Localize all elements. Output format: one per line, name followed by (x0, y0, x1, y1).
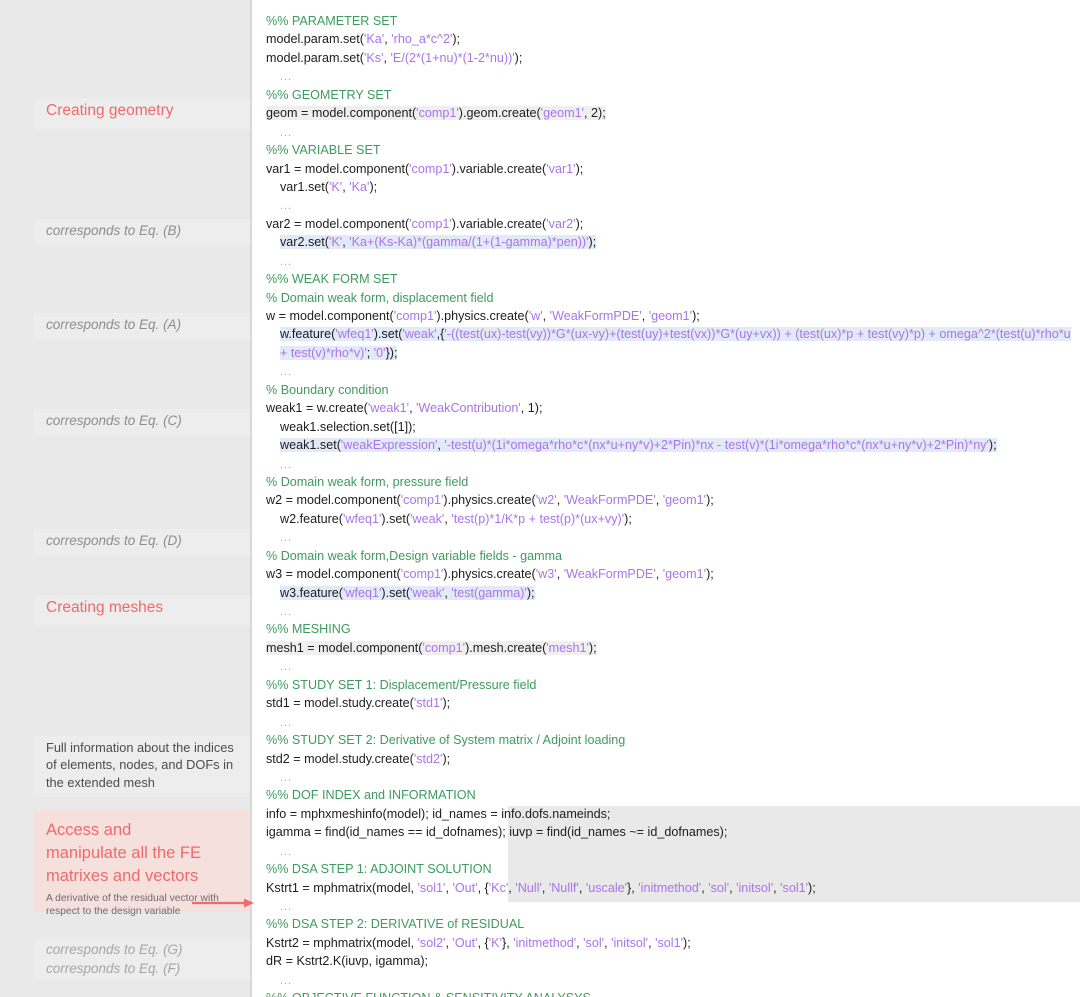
code-line: var2.set('K', 'Ka+(Ks-Ka)*(gamma/(1+(1-g… (280, 235, 597, 250)
annotation-eq-d: corresponds to Eq. (D) (34, 529, 252, 556)
code-line: ... (280, 771, 293, 784)
code-line: %% DSA STEP 2: DERIVATIVE of RESIDUAL (266, 917, 525, 932)
code-line: ... (280, 974, 293, 987)
code-line: %% WEAK FORM SET (266, 272, 398, 287)
annotation-creating-meshes: Creating meshes (34, 595, 252, 626)
annotation-text: corresponds to Eq. (G) corresponds to Eq… (46, 942, 183, 976)
code-line: %% GEOMETRY SET (266, 87, 392, 102)
code-line: weak1.selection.set([1]); (280, 419, 416, 434)
code-line: % Boundary condition (266, 382, 389, 397)
code-line: %% DOF INDEX and INFORMATION (266, 788, 476, 803)
code-line: ... (280, 255, 293, 268)
annotation-text: Access and manipulate all the FE matrixe… (46, 821, 202, 885)
code-line: %% STUDY SET 2: Derivative of System mat… (266, 733, 626, 748)
annotation-eq-c: corresponds to Eq. (C) (34, 409, 252, 436)
code-line: mesh1 = model.component('comp1').mesh.cr… (266, 640, 597, 655)
code-line: ... (280, 126, 293, 139)
code-listing: %% PARAMETER SET model.param.set('Ka', 'r… (254, 12, 1080, 997)
code-line: model.param.set('Ks', 'E/(2*(1+nu)*(1-2*… (266, 50, 523, 65)
code-line: % Domain weak form,Design variable field… (266, 548, 563, 563)
code-line: ... (280, 845, 293, 858)
annotation-text: Full information about the indices of el… (46, 740, 234, 790)
code-line: std2 = model.study.create('std2'); (266, 751, 451, 766)
code-line: w.feature('wfeq1').set('weak',{'-((test(… (280, 327, 1071, 360)
code-line: %% VARIABLE SET (266, 143, 381, 158)
code-line: var1.set('K', 'Ka'); (280, 179, 378, 194)
annotation-text: Creating meshes (46, 599, 164, 616)
annotation-panel: Creating geometry corresponds to Eq. (B)… (0, 0, 252, 997)
code-line: w3.feature('wfeq1').set('weak', 'test(ga… (280, 585, 535, 600)
annotation-text: Creating geometry (46, 102, 174, 119)
annotation-mesh-info: Full information about the indices of el… (34, 736, 252, 793)
code-line: ... (280, 366, 293, 379)
code-line: ... (280, 716, 293, 729)
annotation-fe-access: Access and manipulate all the FE matrixe… (34, 810, 252, 917)
annotation-eq-b: corresponds to Eq. (B) (34, 219, 252, 246)
code-line: dR = Kstrt2.K(iuvp, igamma); (266, 954, 429, 969)
code-line: ... (280, 458, 293, 471)
annotation-text: corresponds to Eq. (D) (46, 533, 182, 548)
code-line: %% OBJECTIVE FUNCTION & SENSITIVITY ANAL… (254, 989, 1080, 997)
code-line: model.param.set('Ka', 'rho_a*c^2'); (266, 32, 461, 47)
code-line: % Domain weak form, displacement field (266, 290, 494, 305)
code-line: ... (280, 661, 293, 674)
code-line: %% STUDY SET 1: Displacement/Pressure fi… (266, 677, 537, 692)
code-line: %% MESHING (266, 622, 351, 637)
annotation-creating-geometry: Creating geometry (34, 98, 252, 130)
code-line: weak1.set('weakExpression', '-test(u)*(1… (280, 438, 997, 453)
code-line: % Domain weak form, pressure field (266, 474, 469, 489)
code-line: std1 = model.study.create('std1'); (266, 696, 451, 711)
code-line: geom = model.component('comp1').geom.cre… (266, 106, 606, 121)
annotation-text: corresponds to Eq. (A) (46, 317, 182, 332)
code-line: w3 = model.component('comp1').physics.cr… (266, 567, 714, 582)
pointer-arrow-icon (192, 898, 254, 908)
page-root: Creating geometry corresponds to Eq. (B)… (0, 0, 1080, 997)
code-line: igamma = find(id_names == id_dofnames); … (266, 825, 728, 840)
code-line: w = model.component('comp1').physics.cre… (266, 309, 700, 323)
code-line: %% PARAMETER SET (266, 14, 398, 28)
code-line: ... (280, 901, 293, 914)
annotation-text: corresponds to Eq. (B) (46, 223, 182, 238)
code-line: var2 = model.component('comp1').variable… (266, 216, 584, 231)
annotation-eq-g-f: corresponds to Eq. (G) corresponds to Eq… (34, 938, 252, 980)
code-line: weak1 = w.create('weak1', 'WeakContribut… (266, 401, 543, 416)
code-line: ... (280, 71, 293, 84)
code-panel: %% PARAMETER SET model.param.set('Ka', 'r… (254, 0, 1080, 997)
code-line: info = mphxmeshinfo(model); id_names = i… (266, 806, 611, 821)
annotation-eq-a: corresponds to Eq. (A) (34, 313, 252, 340)
code-line: ... (280, 606, 293, 619)
code-line: w2.feature('wfeq1').set('weak', 'test(p)… (280, 511, 632, 526)
code-line: w2 = model.component('comp1').physics.cr… (266, 493, 714, 508)
code-line: Kstrt2 = mphmatrix(model, 'sol2', 'Out',… (266, 935, 691, 950)
code-line: Kstrt1 = mphmatrix(model, 'sol1', 'Out',… (266, 880, 816, 895)
code-line: ... (280, 532, 293, 545)
code-line: %% DSA STEP 1: ADJOINT SOLUTION (266, 862, 492, 877)
annotation-text: corresponds to Eq. (C) (46, 413, 182, 428)
code-line: ... (280, 200, 293, 213)
code-line: var1 = model.component('comp1').variable… (266, 161, 584, 176)
